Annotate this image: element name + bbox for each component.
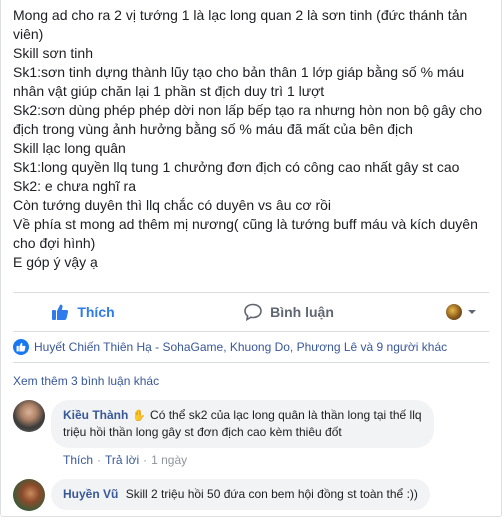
comment-icon [244, 303, 262, 321]
comment-text: triệu hồi thần long gây st đơn địch cao … [63, 425, 342, 439]
post-line: Sk1:sơn tinh dựng thành lũy tạo cho bản … [13, 64, 465, 80]
comment-item: Kiều Thành ✋ Có thể sk2 của lạc long quân … [13, 400, 489, 448]
chevron-down-icon [468, 310, 476, 314]
separator-dot: · [143, 453, 148, 467]
comment-item: Huyền Vũ Skill 2 triệu hồi 50 đứa con be… [13, 479, 489, 511]
reaction-selector[interactable] [425, 296, 489, 328]
comment-author[interactable]: Huyền Vũ [63, 487, 118, 501]
post-line: Mong ad cho ra 2 vị tướng 1 là lạc long … [13, 7, 468, 23]
post-line: Skill lạc long quân [13, 140, 126, 156]
post-line: Về phía st mong ad thêm mị nương( cũng l… [13, 216, 478, 232]
view-more-comments-link[interactable]: Xem thêm 3 bình luận khác [13, 363, 489, 394]
post-line: Sk1:long quyền llq tung 1 chưởng đơn địc… [13, 159, 460, 175]
comment-author[interactable]: Kiều Thành [63, 408, 128, 422]
comments-section: Xem thêm 3 bình luận khác Kiều Thành ✋ Có … [1, 363, 501, 511]
post-line: viên) [13, 26, 44, 42]
post-line: địch trong vùng ảnh hưởng bằng số % máu … [13, 121, 413, 137]
comment-text: Skill 2 triệu hồi 50 đứa con bem hội đồn… [125, 487, 418, 501]
comment-bubble: Huyền Vũ Skill 2 triệu hồi 50 đứa con be… [51, 479, 430, 510]
post-line: E góp ý vậy ạ [13, 254, 98, 270]
post-actions-bar: Thích Bình luận [13, 293, 489, 331]
post-line: Sk2:sơn dùng phép phép dời non lấp bếp t… [13, 102, 483, 118]
comment-button-label: Bình luận [270, 304, 334, 320]
like-reaction-icon [13, 339, 29, 355]
avatar[interactable] [13, 400, 45, 432]
post-line: Sk2: e chưa nghĩ ra [13, 178, 136, 194]
post-line: Skill sơn tinh [13, 45, 93, 61]
post-line: nhân vật giúp chăn lại 1 phần st địch du… [13, 83, 325, 99]
comment-reply-link[interactable]: Trả lời [105, 453, 139, 467]
avatar[interactable] [13, 479, 45, 511]
like-button[interactable]: Thích [13, 296, 153, 328]
separator-dot: · [97, 453, 102, 467]
reactions-summary[interactable]: Huyết Chiến Thiên Hạ - SohaGame, Khuong … [1, 332, 501, 362]
post-card: Mong ad cho ra 2 vị tướng 1 là lạc long … [0, 0, 502, 517]
post-text: Mong ad cho ra 2 vị tướng 1 là lạc long … [1, 0, 501, 272]
page-avatar-icon [446, 304, 462, 320]
comment-timestamp[interactable]: 1 ngày [151, 453, 187, 467]
thumbs-up-icon [52, 304, 69, 320]
hand-emoji-icon: ✋ [132, 410, 147, 422]
post-line: cho đợi hình) [13, 235, 96, 251]
comment-text: Có thể sk2 của lạc long quân là thần lon… [150, 408, 422, 422]
like-button-label: Thích [77, 304, 115, 320]
reactions-text[interactable]: Huyết Chiến Thiên Hạ - SohaGame, Khuong … [34, 340, 447, 354]
comment-bubble: Kiều Thành ✋ Có thể sk2 của lạc long quân … [51, 400, 434, 448]
comment-like-link[interactable]: Thích [63, 453, 93, 467]
comment-button[interactable]: Bình luận [219, 296, 359, 328]
post-line: Còn tướng duyên thì llq chắc có duyên vs… [13, 197, 332, 213]
comment-actions: Thích · Trả lời · 1 ngày [63, 451, 489, 469]
